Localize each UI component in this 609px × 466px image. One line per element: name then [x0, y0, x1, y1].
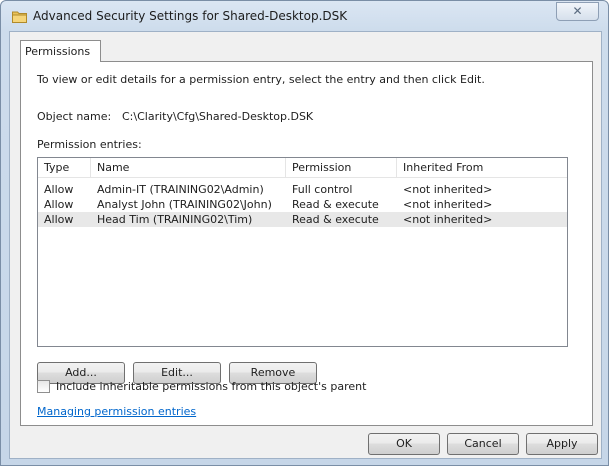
column-header-name[interactable]: Name [91, 158, 286, 178]
column-header-type[interactable]: Type [38, 158, 91, 178]
title-bar[interactable]: Advanced Security Settings for Shared-De… [1, 1, 608, 32]
inherit-permissions-label[interactable]: Include inheritable permissions from thi… [56, 380, 366, 393]
instructions-text: To view or edit details for a permission… [37, 73, 485, 86]
cell-permission: Read & execute [292, 198, 379, 211]
cell-type: Allow [44, 198, 74, 211]
column-header-inherited-from[interactable]: Inherited From [397, 158, 567, 178]
table-row-selected[interactable]: Allow Head Tim (TRAINING02\Tim) Read & e… [38, 212, 567, 227]
tab-permissions[interactable]: Permissions [20, 40, 101, 62]
cancel-button[interactable]: Cancel [447, 433, 519, 455]
cell-name: Head Tim (TRAINING02\Tim) [97, 213, 253, 226]
cell-name: Admin-IT (TRAINING02\Admin) [97, 183, 264, 196]
ok-button[interactable]: OK [368, 433, 440, 455]
column-header-permission[interactable]: Permission [286, 158, 397, 178]
cell-type: Allow [44, 213, 74, 226]
dialog-window: Advanced Security Settings for Shared-De… [0, 0, 609, 466]
permission-entries-list[interactable]: Type Name Permission Inherited From Allo… [37, 157, 568, 347]
tab-permissions-label: Permissions [25, 45, 91, 58]
cell-inherited-from: <not inherited> [403, 213, 493, 226]
cell-permission: Read & execute [292, 213, 379, 226]
folder-icon [12, 11, 27, 23]
table-row[interactable]: Allow Admin-IT (TRAINING02\Admin) Full c… [38, 182, 567, 197]
cell-name: Analyst John (TRAINING02\John) [97, 198, 272, 211]
cell-permission: Full control [292, 183, 353, 196]
cell-type: Allow [44, 183, 74, 196]
list-header: Type Name Permission Inherited From [38, 158, 567, 178]
window-title: Advanced Security Settings for Shared-De… [33, 9, 348, 23]
managing-permissions-link[interactable]: Managing permission entries [37, 405, 196, 418]
inherit-permissions-checkbox[interactable] [37, 380, 50, 393]
object-name-value: C:\Clarity\Cfg\Shared-Desktop.DSK [122, 110, 314, 123]
cell-inherited-from: <not inherited> [403, 198, 493, 211]
table-row[interactable]: Allow Analyst John (TRAINING02\John) Rea… [38, 197, 567, 212]
permissions-panel: To view or edit details for a permission… [20, 61, 593, 426]
cell-inherited-from: <not inherited> [403, 183, 493, 196]
permission-entries-label: Permission entries: [37, 138, 142, 151]
close-icon: ✕ [572, 4, 583, 18]
close-button[interactable]: ✕ [556, 2, 599, 21]
dialog-client-area: Permissions To view or edit details for … [9, 31, 602, 459]
apply-button[interactable]: Apply [526, 433, 598, 455]
object-name-label: Object name: [37, 110, 112, 123]
